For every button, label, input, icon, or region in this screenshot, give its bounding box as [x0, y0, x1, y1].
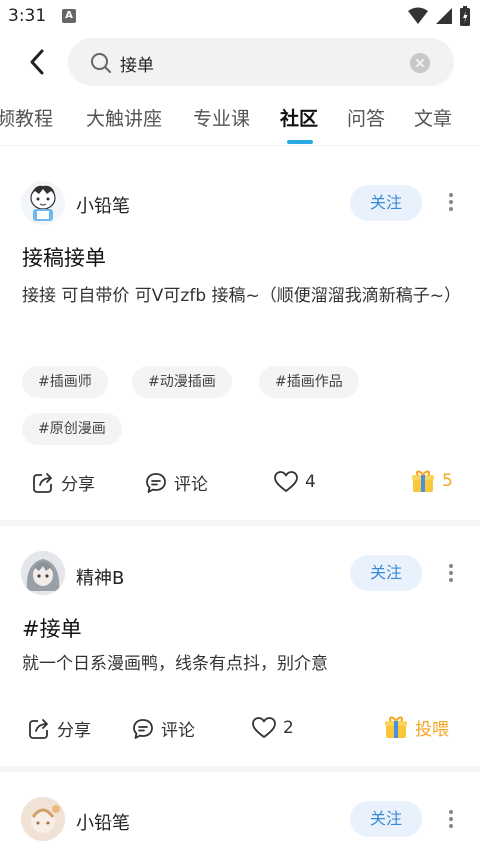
gift-box-icon — [412, 470, 434, 492]
signal-icon — [408, 7, 428, 24]
tab-courses[interactable]: 专业课 — [193, 104, 250, 131]
avatar[interactable] — [21, 797, 65, 841]
tag-chip[interactable]: #原创漫画 — [22, 413, 122, 445]
post-card[interactable]: 小铅笔 关注 接稿接单 接接 可自带价 可V可zfb 接稿~（顺便溜溜我滴新稿子… — [0, 160, 480, 520]
app-notification-icon: A — [62, 9, 76, 23]
category-tabs: 频教程 大触讲座 专业课 社区 问答 文章 — [0, 96, 480, 146]
username[interactable]: 精神B — [76, 564, 124, 590]
feed-gift-button[interactable]: 投喂 — [383, 714, 449, 740]
more-options-button[interactable] — [446, 190, 456, 216]
post-body[interactable]: 接接 可自带价 可V可zfb 接稿~（顺便溜溜我滴新稿子~） — [22, 282, 461, 310]
follow-button[interactable]: 关注 — [350, 555, 422, 591]
like-button[interactable]: 4 — [273, 470, 316, 494]
tag-chip[interactable]: #插画师 — [22, 366, 108, 398]
search-input[interactable]: 接单 — [68, 38, 454, 86]
anime-girl-avatar-icon — [21, 551, 65, 595]
username[interactable]: 小铅笔 — [76, 192, 130, 218]
avatar[interactable] — [21, 551, 65, 595]
feed-label: 投喂 — [415, 719, 449, 740]
post-card[interactable]: 小铅笔 关注 — [0, 772, 480, 853]
heart-icon — [252, 717, 276, 738]
search-bar: 接单 — [0, 36, 480, 88]
post-title[interactable]: #接单 — [22, 613, 82, 643]
like-count: 2 — [283, 718, 294, 738]
comment-icon — [133, 718, 153, 739]
chevron-left-icon — [30, 49, 44, 75]
username[interactable]: 小铅笔 — [76, 809, 130, 835]
like-count: 4 — [305, 472, 316, 492]
follow-button[interactable]: 关注 — [350, 185, 422, 221]
tab-video-tutorials[interactable]: 频教程 — [0, 104, 53, 131]
gift-box-icon — [385, 716, 407, 738]
share-button[interactable]: 分享 — [31, 470, 95, 495]
share-icon — [29, 718, 48, 739]
comment-label: 评论 — [174, 475, 208, 495]
share-button[interactable]: 分享 — [27, 716, 91, 741]
status-bar: 3:31 A — [0, 0, 480, 32]
tag-chip[interactable]: #插画作品 — [259, 366, 359, 398]
tab-articles[interactable]: 文章 — [414, 104, 452, 131]
follow-button[interactable]: 关注 — [350, 801, 422, 837]
active-tab-indicator — [287, 140, 313, 144]
search-query: 接单 — [120, 56, 154, 76]
tab-community[interactable]: 社区 — [280, 104, 318, 131]
post-body[interactable]: 就一个日系漫画鸭，线条有点抖，别介意 — [22, 650, 458, 678]
gift-count: 5 — [442, 471, 453, 491]
gift-button[interactable]: 5 — [410, 468, 453, 494]
status-time: 3:31 — [8, 6, 47, 26]
comment-button[interactable]: 评论 — [144, 470, 208, 495]
like-button[interactable]: 2 — [251, 716, 294, 740]
post-card[interactable]: 精神B 关注 #接单 就一个日系漫画鸭，线条有点抖，别介意 分享 评论 2 投喂 — [0, 526, 480, 766]
drawing-avatar-icon — [21, 797, 65, 841]
share-label: 分享 — [57, 721, 91, 741]
comment-label: 评论 — [161, 721, 195, 741]
more-options-button[interactable] — [446, 807, 456, 833]
search-icon — [91, 53, 111, 73]
tab-qa[interactable]: 问答 — [347, 104, 385, 131]
tab-lectures[interactable]: 大触讲座 — [86, 104, 162, 131]
avatar[interactable] — [21, 181, 65, 225]
cellular-icon — [436, 8, 452, 24]
back-button[interactable] — [22, 46, 54, 78]
heart-icon — [274, 471, 298, 492]
status-icons — [408, 6, 470, 26]
share-label: 分享 — [61, 475, 95, 495]
clear-search-button[interactable] — [410, 53, 430, 73]
more-options-button[interactable] — [446, 561, 456, 587]
comment-button[interactable]: 评论 — [131, 716, 195, 741]
battery-icon — [460, 6, 470, 26]
comment-icon — [146, 472, 166, 493]
post-title[interactable]: 接稿接单 — [22, 242, 106, 272]
share-icon — [33, 472, 52, 493]
cartoon-boy-avatar-icon — [30, 185, 56, 221]
tag-chip[interactable]: #动漫插画 — [132, 366, 232, 398]
